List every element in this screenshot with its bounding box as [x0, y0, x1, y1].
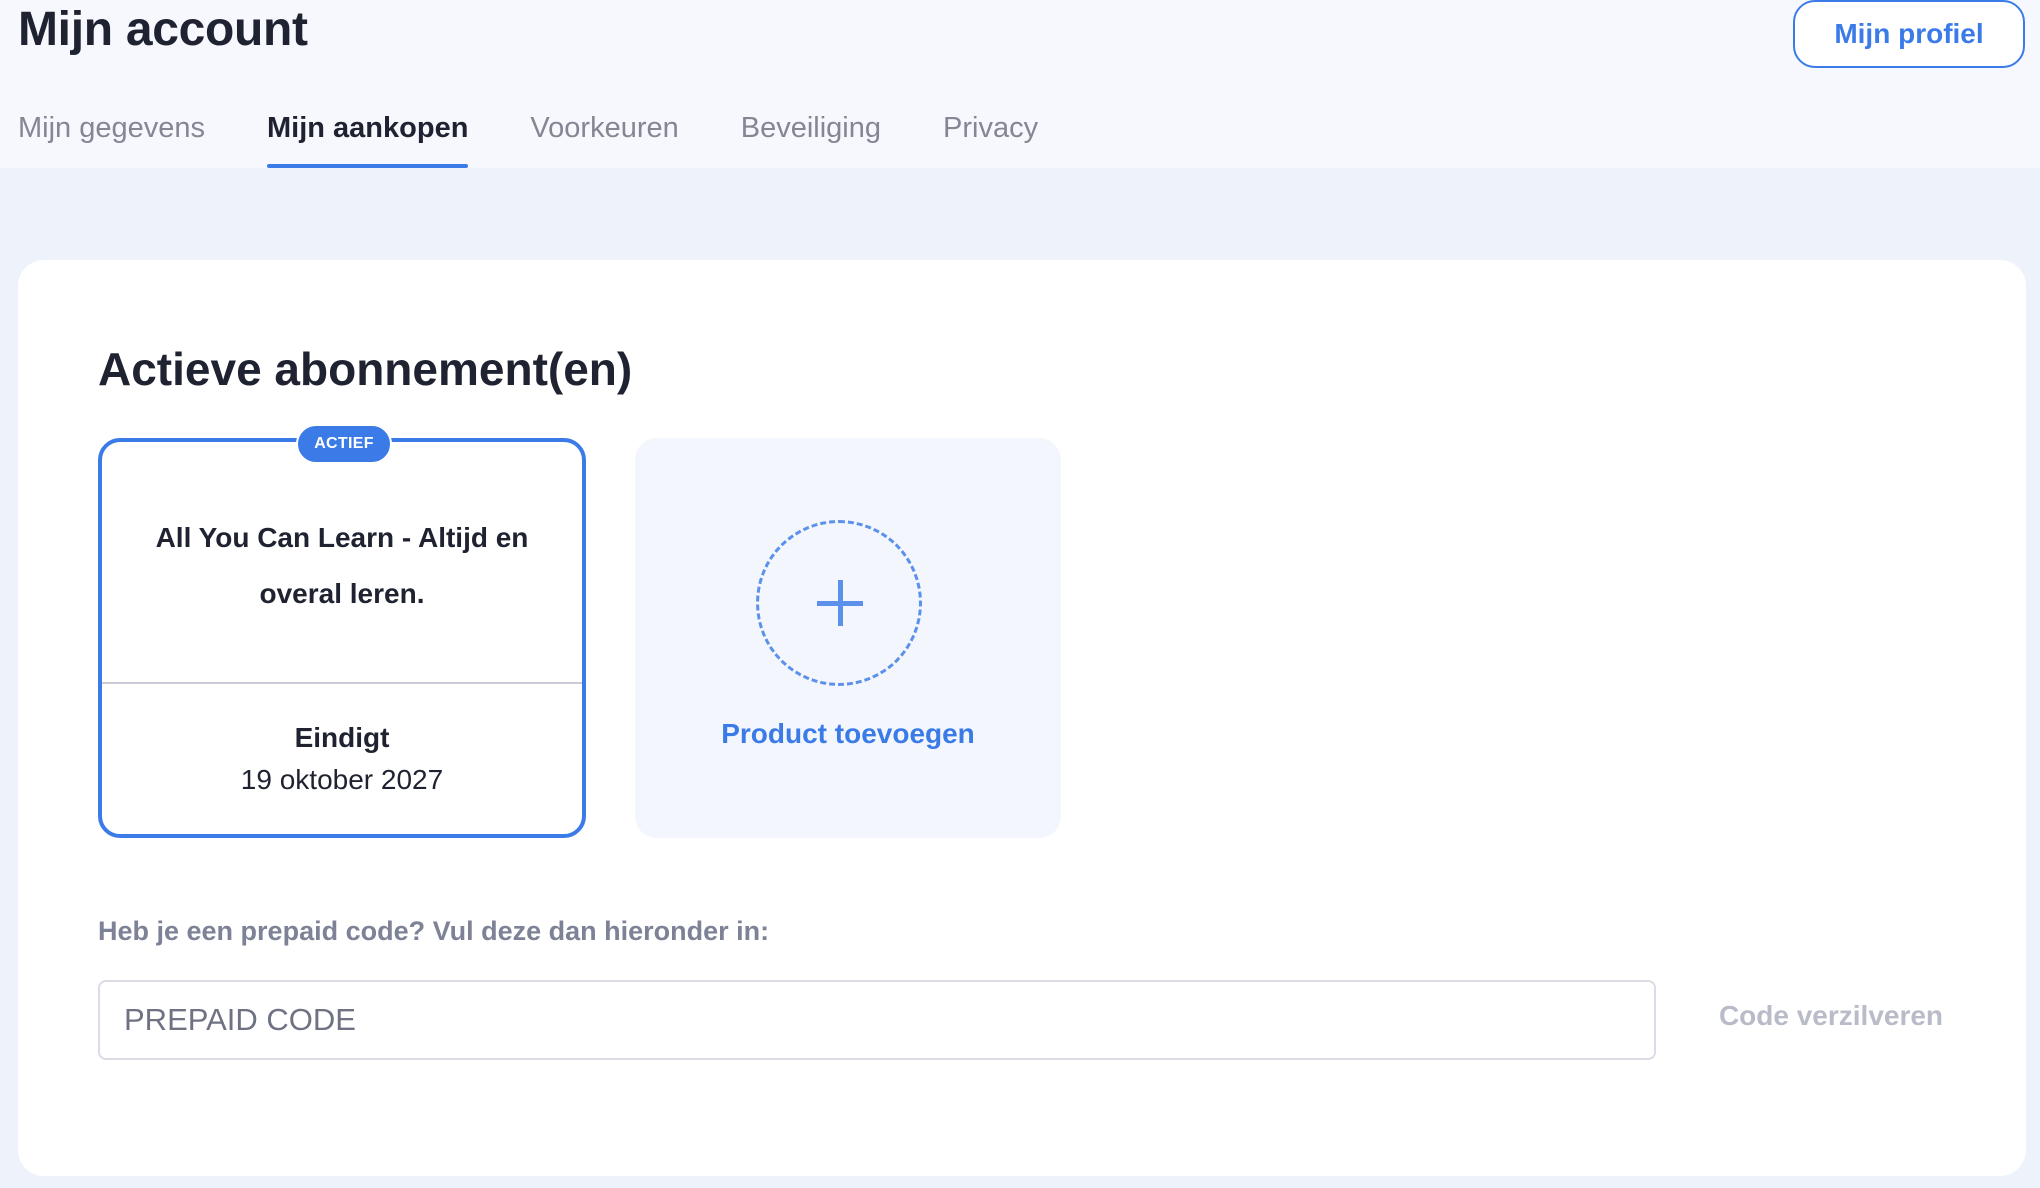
- status-badge: ACTIEF: [296, 424, 392, 464]
- my-profile-button[interactable]: Mijn profiel: [1793, 0, 2025, 68]
- card-divider: [102, 682, 582, 684]
- redeem-code-button[interactable]: Code verzilveren: [1706, 996, 1956, 1036]
- plus-icon: [756, 520, 922, 686]
- subscription-card: ACTIEF All You Can Learn - Altijd en ove…: [98, 424, 586, 838]
- purchases-panel: Actieve abonnement(en) ACTIEF All You Ca…: [18, 260, 2026, 1176]
- prepaid-code-input[interactable]: [98, 980, 1656, 1060]
- add-product-label[interactable]: Product toevoegen: [635, 718, 1061, 750]
- account-tabs: Mijn gegevens Mijn aankopen Voorkeuren B…: [18, 108, 1100, 168]
- tab-privacy[interactable]: Privacy: [943, 108, 1038, 168]
- account-header: Mijn account Mijn profiel Mijn gegevens …: [0, 0, 2040, 168]
- tab-my-purchases[interactable]: Mijn aankopen: [267, 108, 469, 168]
- add-product-card[interactable]: Product toevoegen: [635, 438, 1061, 838]
- page-title: Mijn account: [18, 3, 308, 56]
- active-subscriptions-title: Actieve abonnement(en): [98, 343, 633, 395]
- plus-icon-vertical: [838, 580, 843, 626]
- tab-security[interactable]: Beveiliging: [741, 108, 881, 168]
- tab-my-details[interactable]: Mijn gegevens: [18, 108, 205, 168]
- tab-preferences[interactable]: Voorkeuren: [530, 108, 678, 168]
- prepaid-code-label: Heb je een prepaid code? Vul deze dan hi…: [98, 916, 770, 946]
- end-date-value: 19 oktober 2027: [240, 764, 444, 795]
- end-date-label: Eindigt: [294, 722, 390, 753]
- subscription-name: All You Can Learn - Altijd en overal ler…: [155, 522, 529, 609]
